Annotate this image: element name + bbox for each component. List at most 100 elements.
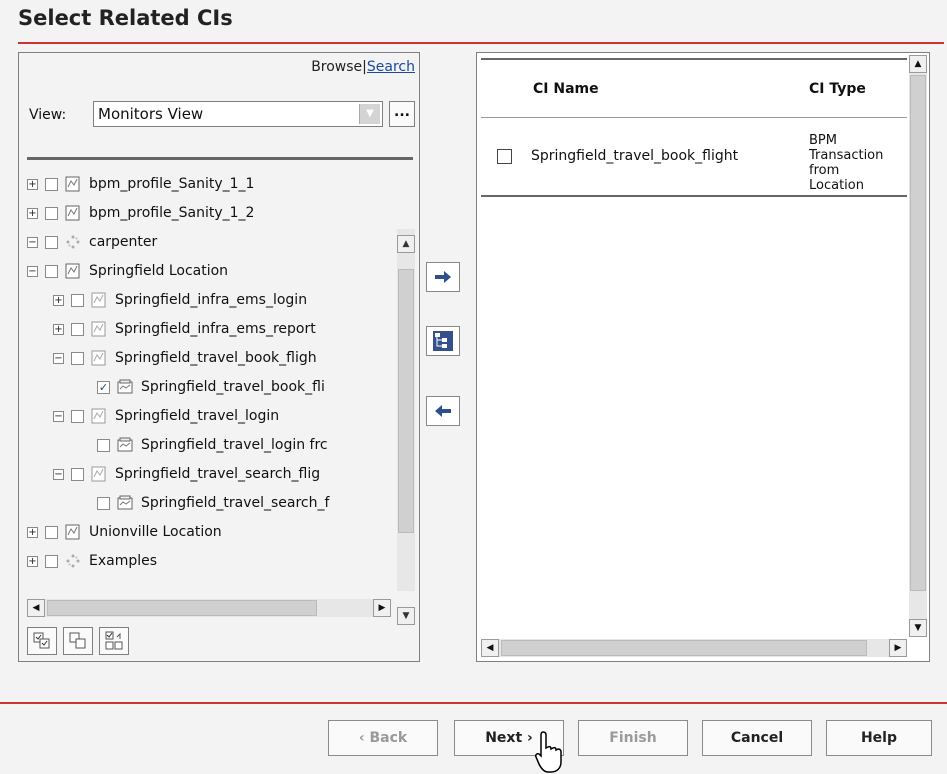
scroll-thumb[interactable] [501, 640, 867, 656]
collapse-icon[interactable]: − [53, 468, 64, 480]
search-link[interactable]: Search [367, 59, 415, 75]
row-checkbox[interactable] [497, 149, 512, 164]
tree-node[interactable]: + bpm_profile_Sanity_1_1 [27, 171, 254, 197]
scroll-left-icon[interactable]: ◀ [27, 599, 45, 617]
collapse-icon[interactable]: − [53, 410, 64, 422]
clear-all-icon [69, 632, 86, 649]
tree-node[interactable]: − Springfield_travel_search_flig [53, 461, 320, 487]
monitor-icon [91, 292, 106, 308]
column-header-ci-name[interactable]: CI Name [533, 81, 599, 97]
arrow-right-icon [435, 271, 451, 283]
tree-node[interactable]: − Springfield_travel_login [53, 403, 279, 429]
profile-icon [65, 205, 80, 221]
profile-icon [65, 176, 80, 192]
tree-checkbox[interactable] [71, 467, 84, 481]
scroll-down-icon[interactable]: ▼ [909, 619, 927, 637]
browse-label[interactable]: Browse [311, 59, 362, 75]
ci-browser-panel: Browse|Search View: Monitors View ▼ ... … [18, 52, 420, 662]
scroll-up-icon[interactable]: ▲ [397, 235, 415, 253]
tree-checkbox[interactable] [71, 351, 84, 365]
back-button[interactable]: ‹ Back [328, 720, 438, 756]
monitor-icon [91, 321, 106, 337]
help-button[interactable]: Help [826, 720, 932, 756]
monitor-icon [91, 408, 106, 424]
monitor-icon [91, 350, 106, 366]
group-icon [66, 235, 80, 249]
tree-node[interactable]: + Springfield_infra_ems_report [53, 316, 316, 342]
tree-vertical-scrollbar[interactable]: ▲ ▼ [397, 229, 415, 625]
invert-selection-button[interactable] [99, 627, 129, 655]
tree-node[interactable]: + bpm_profile_Sanity_1_2 [27, 200, 254, 226]
tree-node[interactable]: + Examples [27, 548, 157, 574]
monitor-icon [91, 466, 106, 482]
tree-checkbox[interactable] [45, 264, 58, 278]
transaction-icon [117, 437, 133, 452]
tree-node[interactable]: Springfield_travel_login frc [97, 432, 328, 458]
tree-checkbox[interactable] [97, 438, 110, 452]
group-icon [66, 554, 80, 568]
invert-selection-icon [105, 631, 123, 650]
select-all-icon [33, 632, 50, 649]
view-select-value: Monitors View [98, 105, 204, 123]
select-all-button[interactable] [27, 627, 57, 655]
tree-checkbox[interactable] [71, 293, 84, 307]
tree-checkbox[interactable] [45, 554, 58, 568]
expand-icon[interactable]: + [53, 323, 64, 335]
tree-node[interactable]: + Springfield_infra_ems_login [53, 287, 307, 313]
collapse-icon[interactable]: − [27, 236, 38, 248]
tree-node[interactable]: ✓ Springfield_travel_book_fli [97, 374, 325, 400]
tree-node-label: Unionville Location [89, 524, 222, 540]
chevron-down-icon[interactable]: ▼ [359, 104, 380, 124]
expand-icon[interactable]: + [27, 555, 38, 567]
scroll-up-icon[interactable]: ▲ [909, 55, 927, 73]
scroll-thumb[interactable] [47, 600, 317, 616]
tree-node[interactable]: − Springfield Location [27, 258, 228, 284]
arrow-left-icon [435, 405, 451, 417]
tree-node[interactable]: + Unionville Location [27, 519, 222, 545]
tree-checkbox[interactable] [71, 409, 84, 423]
tree-node-label: carpenter [89, 234, 158, 250]
column-header-ci-type[interactable]: CI Type [809, 81, 866, 97]
tree-checkbox[interactable] [71, 322, 84, 336]
expand-icon[interactable]: + [27, 526, 38, 538]
collapse-icon[interactable]: − [27, 265, 38, 277]
transaction-icon [117, 379, 133, 394]
header-divider [481, 117, 907, 118]
clear-all-button[interactable] [63, 627, 93, 655]
selected-cis-panel: CI Name CI Type Springfield_travel_book_… [476, 52, 930, 662]
scroll-down-icon[interactable]: ▼ [397, 607, 415, 625]
tree-checkbox[interactable] [45, 525, 58, 539]
tree-node[interactable]: Springfield_travel_search_f [97, 490, 329, 516]
profile-icon [65, 524, 80, 540]
scroll-left-icon[interactable]: ◀ [481, 639, 499, 657]
footer-divider [0, 702, 947, 704]
remove-selected-button[interactable] [426, 396, 460, 426]
view-select[interactable]: Monitors View ▼ [93, 101, 383, 127]
tree-divider [27, 157, 413, 160]
view-browse-button[interactable]: ... [389, 101, 415, 127]
collapse-icon[interactable]: − [53, 352, 64, 364]
table-top-border [481, 58, 907, 60]
table-horizontal-scrollbar[interactable]: ◀ ▶ [481, 639, 907, 657]
tree-node[interactable]: − carpenter [27, 229, 157, 255]
tree-node[interactable]: − Springfield_travel_book_fligh [53, 345, 317, 371]
tree-checkbox[interactable] [45, 206, 58, 220]
table-vertical-scrollbar[interactable]: ▲ ▼ [909, 55, 927, 637]
tree-horizontal-scrollbar[interactable]: ◀ ▶ [27, 599, 391, 617]
tree-checkbox[interactable] [45, 235, 58, 249]
expand-icon[interactable]: + [53, 294, 64, 306]
expand-icon[interactable]: + [27, 178, 38, 190]
add-related-button[interactable] [426, 326, 460, 356]
scroll-right-icon[interactable]: ▶ [373, 599, 391, 617]
finish-button[interactable]: Finish [578, 720, 688, 756]
scroll-right-icon[interactable]: ▶ [889, 639, 907, 657]
title-divider [18, 42, 944, 44]
add-selected-button[interactable] [426, 262, 460, 292]
tree-checkbox-checked[interactable]: ✓ [97, 380, 110, 394]
scroll-thumb[interactable] [398, 269, 414, 533]
tree-checkbox[interactable] [45, 177, 58, 191]
cancel-button[interactable]: Cancel [702, 720, 812, 756]
expand-icon[interactable]: + [27, 207, 38, 219]
tree-checkbox[interactable] [97, 496, 110, 510]
scroll-thumb[interactable] [910, 75, 926, 591]
